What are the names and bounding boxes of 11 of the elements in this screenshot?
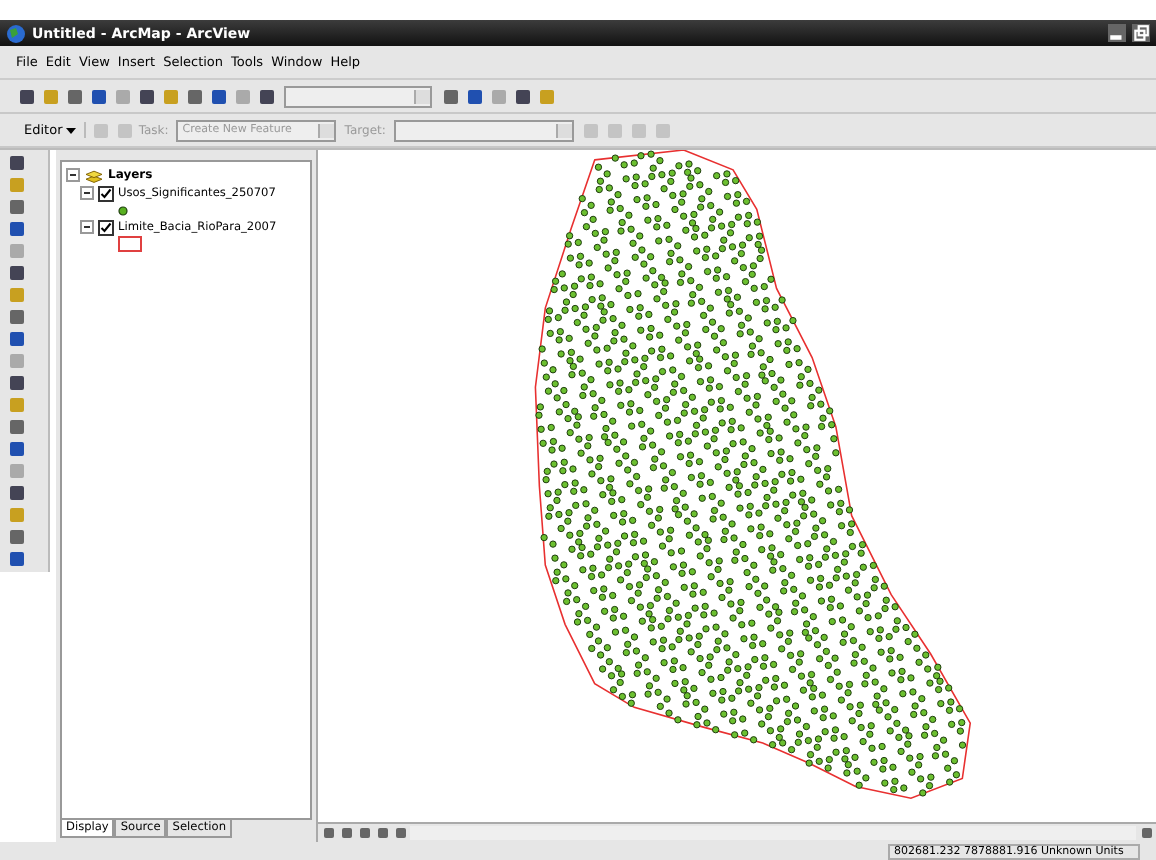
polygon-symbol-icon xyxy=(118,236,142,252)
layer-checkbox[interactable] xyxy=(98,185,114,201)
layer-checkbox[interactable] xyxy=(98,219,114,235)
point-symbol-icon xyxy=(118,205,128,215)
caret-icon xyxy=(66,128,77,134)
collapse-toggle[interactable] xyxy=(80,186,94,200)
target-dropdown[interactable] xyxy=(393,119,574,141)
restore-button[interactable] xyxy=(1132,24,1150,42)
layers-icon xyxy=(84,167,104,183)
collapse-toggle[interactable] xyxy=(80,220,94,234)
collapse-toggle[interactable] xyxy=(66,168,80,182)
